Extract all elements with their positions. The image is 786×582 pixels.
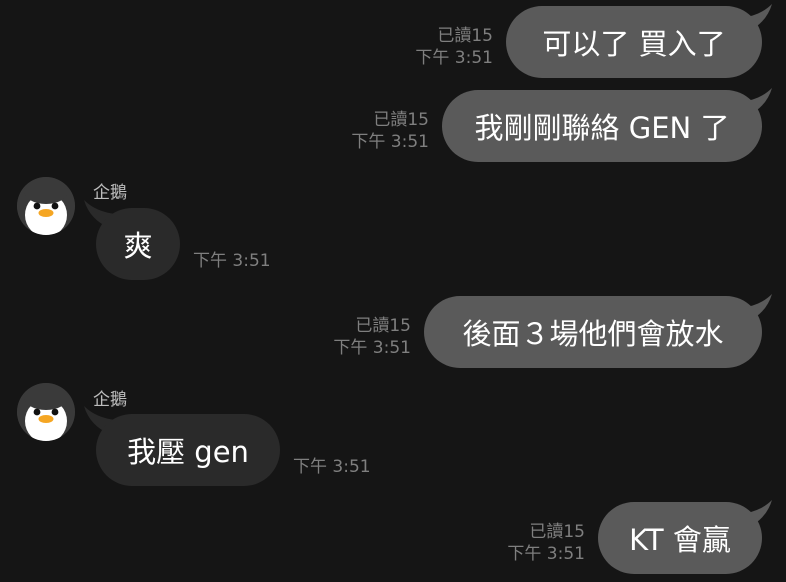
message-bubble-incoming[interactable]: 我壓 gen: [96, 414, 280, 486]
bubble-tail: [740, 500, 772, 528]
read-receipt: 已讀15: [355, 316, 411, 336]
message-bubble-outgoing[interactable]: KT 會贏: [598, 502, 762, 574]
penguin-avatar[interactable]: [17, 177, 75, 235]
message-meta: 已讀15 下午 3:51: [351, 109, 429, 153]
penguin-avatar[interactable]: [17, 383, 75, 441]
chat-window: 已讀15 下午 3:51 可以了 買入了 已讀15 下午 3:51 我剛剛聯絡 …: [0, 0, 786, 582]
message-meta: 已讀15 下午 3:51: [415, 25, 493, 69]
message-text: 我壓 gen: [127, 435, 249, 469]
message-text: 爽: [123, 229, 153, 263]
read-receipt: 已讀15: [437, 26, 493, 46]
read-receipt: 已讀15: [529, 522, 585, 542]
message-time: 下午 3:51: [333, 338, 411, 358]
message-time: 下午 3:51: [293, 457, 371, 477]
message-bubble-outgoing[interactable]: 可以了 買入了: [506, 6, 762, 78]
message-meta: 已讀15 下午 3:51: [333, 315, 411, 359]
message-bubble-outgoing[interactable]: 我剛剛聯絡 GEN 了: [442, 90, 762, 162]
message-bubble-incoming[interactable]: 爽: [96, 208, 180, 280]
message-bubble-outgoing[interactable]: 後面３場他們會放水: [424, 296, 762, 368]
message-time: 下午 3:51: [415, 48, 493, 68]
message-meta: 已讀15 下午 3:51: [507, 521, 585, 565]
bubble-tail: [740, 88, 772, 116]
message-time: 下午 3:51: [351, 132, 429, 152]
bubble-tail: [740, 294, 772, 322]
message-text: 我剛剛聯絡 GEN 了: [474, 111, 730, 145]
penguin-icon: [17, 383, 75, 441]
penguin-icon: [17, 177, 75, 235]
read-receipt: 已讀15: [373, 110, 429, 130]
bubble-tail: [740, 4, 772, 32]
message-time: 下午 3:51: [193, 251, 271, 271]
message-text: KT 會贏: [629, 523, 731, 557]
message-text: 後面３場他們會放水: [462, 317, 724, 351]
message-time: 下午 3:51: [507, 544, 585, 564]
message-text: 可以了 買入了: [542, 27, 726, 61]
